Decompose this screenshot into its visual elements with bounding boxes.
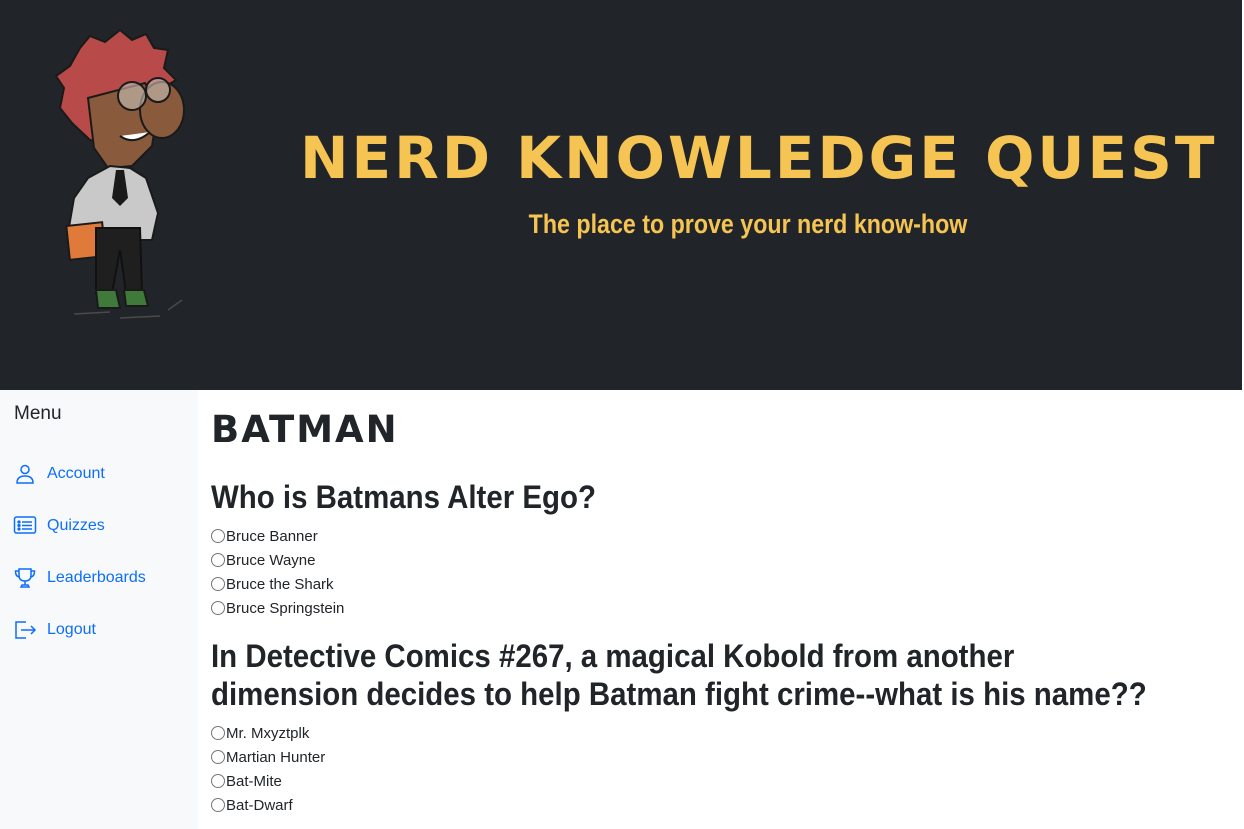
radio-button[interactable]	[211, 601, 225, 615]
answer-option[interactable]: Bruce Wayne	[211, 548, 315, 572]
answer-option-label: Martian Hunter	[226, 748, 326, 766]
answer-option-label: Bat-Mite	[226, 772, 282, 790]
question-1-text: Who is Batmans Alter Ego?	[211, 479, 596, 515]
radio-button[interactable]	[211, 774, 225, 788]
answer-option-label: Bruce Springstein	[226, 599, 345, 617]
nerd-mascot-icon	[54, 28, 185, 319]
site-title: NERD KNOWLEDGE QUEST	[300, 124, 1218, 192]
answer-option-label: Mr. Mxyztplk	[226, 724, 310, 742]
answer-option[interactable]: Bruce Springstein	[211, 596, 344, 620]
sidebar-item-label: Leaderboards	[47, 569, 146, 586]
answer-option[interactable]: Bruce Banner	[211, 524, 318, 548]
sidebar-item-quizzes[interactable]: Quizzes	[13, 512, 105, 540]
sidebar-item-leaderboards[interactable]: Leaderboards	[13, 564, 146, 592]
sidebar-item-logout[interactable]: Logout	[13, 616, 96, 644]
sidebar-menu-title: Menu	[14, 403, 62, 424]
trophy-icon	[14, 568, 36, 588]
sidebar-item-account[interactable]: Account	[13, 460, 105, 488]
answer-option[interactable]: Bruce the Shark	[211, 572, 334, 596]
radio-button[interactable]	[211, 529, 225, 543]
sidebar	[0, 390, 198, 829]
logout-icon	[15, 621, 37, 639]
quiz-title: BATMAN	[211, 408, 399, 451]
site-header: NERD KNOWLEDGE QUEST The place to prove …	[0, 0, 1242, 390]
question-2-text: In Detective Comics #267, a magical Kobo…	[211, 638, 1147, 712]
answer-option-label: Bruce Wayne	[226, 551, 316, 569]
site-subtitle: The place to prove your nerd know-how	[528, 209, 968, 239]
radio-button[interactable]	[211, 577, 225, 591]
radio-button[interactable]	[211, 726, 225, 740]
radio-button[interactable]	[211, 553, 225, 567]
answer-option-label: Bruce the Shark	[226, 575, 334, 593]
sidebar-item-label: Account	[47, 465, 105, 482]
person-icon	[16, 464, 34, 484]
answer-option-label: Bruce Banner	[226, 527, 318, 545]
answer-option[interactable]: Bat-Mite	[211, 769, 282, 793]
answer-option[interactable]: Bat-Dwarf	[211, 793, 293, 817]
answer-option-label: Bat-Dwarf	[226, 796, 293, 814]
sidebar-item-label: Logout	[47, 621, 96, 638]
radio-button[interactable]	[211, 798, 225, 812]
sidebar-item-label: Quizzes	[47, 517, 105, 534]
radio-button[interactable]	[211, 750, 225, 764]
answer-option[interactable]: Mr. Mxyztplk	[211, 721, 309, 745]
answer-option[interactable]: Martian Hunter	[211, 745, 325, 769]
list-icon	[13, 516, 37, 534]
